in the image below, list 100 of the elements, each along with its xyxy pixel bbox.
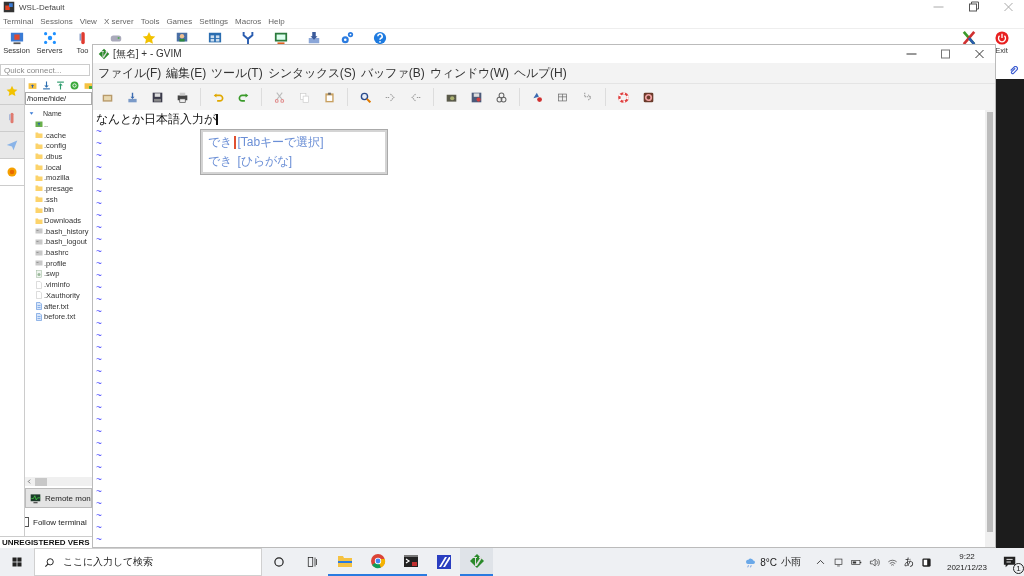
gears-icon[interactable] <box>496 91 507 103</box>
empty-line-marker: ~ <box>96 497 102 509</box>
power-icon[interactable] <box>994 31 1009 45</box>
empty-line-marker: ~ <box>96 485 102 497</box>
remote-monitor-button[interactable]: Remote mon <box>25 488 92 508</box>
cortana-icon[interactable] <box>272 556 285 568</box>
browser-icon <box>369 553 386 569</box>
clock-time[interactable]: 9:22 <box>959 551 975 562</box>
empty-line-marker: ~ <box>96 401 102 413</box>
fruit-icon <box>6 166 18 178</box>
window-grid-icon[interactable] <box>207 31 222 45</box>
app-logo-icon <box>3 1 15 13</box>
empty-line-marker: ~ <box>96 281 102 293</box>
task-view-icon[interactable] <box>305 556 318 568</box>
empty-line-marker: ~ <box>96 389 102 401</box>
menu-item[interactable]: X server <box>103 16 134 26</box>
quick-connect-field[interactable]: Quick connect... <box>0 64 90 76</box>
text-line: なんとか日本語入力が <box>96 110 216 128</box>
menu-item[interactable]: バッファ(B) <box>360 64 425 82</box>
scroll-left-icon[interactable] <box>27 479 32 484</box>
download-icon[interactable] <box>42 80 51 90</box>
checkbox-label: Follow terminal <box>33 517 87 527</box>
upload-icon[interactable] <box>56 80 65 90</box>
lifebuoy-icon[interactable] <box>618 91 629 103</box>
fork-icon[interactable] <box>240 31 255 45</box>
empty-line-marker: ~ <box>96 209 102 221</box>
scrollbar-thumb[interactable] <box>987 112 993 532</box>
help-search-icon[interactable] <box>643 91 654 103</box>
sort-caret-icon <box>29 110 34 116</box>
network-icon[interactable] <box>833 556 844 568</box>
empty-line-marker: ~ <box>96 173 102 185</box>
menu-item[interactable]: ウィンドウ(W) <box>429 64 509 82</box>
empty-line-marker: ~ <box>96 149 102 161</box>
table-icon[interactable] <box>557 91 568 103</box>
gears-icon[interactable] <box>339 31 354 45</box>
folder-up-icon[interactable] <box>28 80 37 90</box>
horizontal-scrollbar[interactable] <box>25 477 92 486</box>
folder-icon[interactable] <box>84 80 93 90</box>
empty-line-marker: ~ <box>96 161 102 173</box>
menu-item[interactable]: Games <box>166 16 193 26</box>
paperclip-icon[interactable] <box>1009 65 1018 75</box>
clipboard-icon[interactable] <box>324 91 335 103</box>
clock-date[interactable]: 2021/12/23 <box>946 562 987 573</box>
menu-item[interactable]: Tools <box>140 16 160 26</box>
empty-line-marker: ~ <box>96 341 102 353</box>
ime-pad-icon[interactable] <box>921 556 932 568</box>
printer-icon[interactable] <box>177 91 188 103</box>
empty-line-marker: ~ <box>96 221 102 233</box>
weather-text: 小雨 <box>781 555 801 569</box>
menu-item[interactable]: Terminal <box>3 16 34 26</box>
empty-line-marker: ~ <box>96 461 102 473</box>
menu-item[interactable]: ファイル(F) <box>98 64 162 82</box>
menu-item[interactable]: Sessions <box>40 16 73 26</box>
menu-item[interactable]: View <box>79 16 97 26</box>
download-icon[interactable] <box>127 91 138 103</box>
menu-item[interactable]: Macros <box>235 16 262 26</box>
empty-line-marker: ~ <box>96 317 102 329</box>
app-icon <box>435 554 452 570</box>
vertical-scrollbar[interactable] <box>985 110 995 547</box>
refresh-icon[interactable] <box>70 80 79 90</box>
scrollbar-thumb[interactable] <box>35 477 47 486</box>
vim-icon <box>98 48 110 60</box>
star-icon <box>6 85 18 97</box>
monitor-icon[interactable] <box>273 31 288 45</box>
notification-icon[interactable] <box>1003 555 1017 569</box>
search-icon[interactable] <box>360 91 371 103</box>
menu-item[interactable]: シンタックス(S) <box>267 64 356 82</box>
menu-item[interactable]: Settings <box>199 16 229 26</box>
menu-item[interactable]: ツール(T) <box>211 64 263 82</box>
user-monitor-icon[interactable] <box>174 31 189 45</box>
monitor-icon <box>30 492 41 504</box>
empty-line-marker: ~ <box>96 521 102 533</box>
window-title: WSL-Default <box>19 2 65 12</box>
menu-item[interactable]: Help <box>268 16 285 26</box>
input-method-indicator[interactable]: あ <box>904 555 914 569</box>
checkbox[interactable] <box>25 517 29 527</box>
sidebar-tab[interactable] <box>0 105 24 132</box>
speaker-icon[interactable] <box>869 556 880 568</box>
empty-line-marker: ~ <box>96 425 102 437</box>
window-title: [無名] + - GVIM <box>113 47 182 61</box>
rain-cloud-icon[interactable] <box>745 556 757 568</box>
empty-line-marker: ~ <box>96 293 102 305</box>
folder-icon <box>336 553 353 569</box>
monitor-icon[interactable] <box>9 31 24 45</box>
redo-icon[interactable] <box>238 91 249 103</box>
star-icon[interactable] <box>141 31 156 45</box>
help-icon[interactable] <box>372 31 387 45</box>
vim-icon <box>468 553 485 569</box>
temperature-text: 8°C <box>760 556 777 568</box>
download-icon[interactable] <box>306 31 321 45</box>
file-icon <box>35 248 43 257</box>
menu-item[interactable]: ヘルプ(H) <box>514 64 567 82</box>
paper-plane-icon <box>6 139 18 151</box>
folder-icon <box>35 120 43 129</box>
search-field[interactable]: ここに入力して検索 <box>34 548 262 576</box>
scissors-icon[interactable] <box>274 91 285 103</box>
empty-line-marker: ~ <box>96 365 102 377</box>
empty-line-marker: ~ <box>96 185 102 197</box>
menu-item[interactable]: 編集(E) <box>166 64 207 82</box>
network-icon[interactable] <box>42 31 57 45</box>
